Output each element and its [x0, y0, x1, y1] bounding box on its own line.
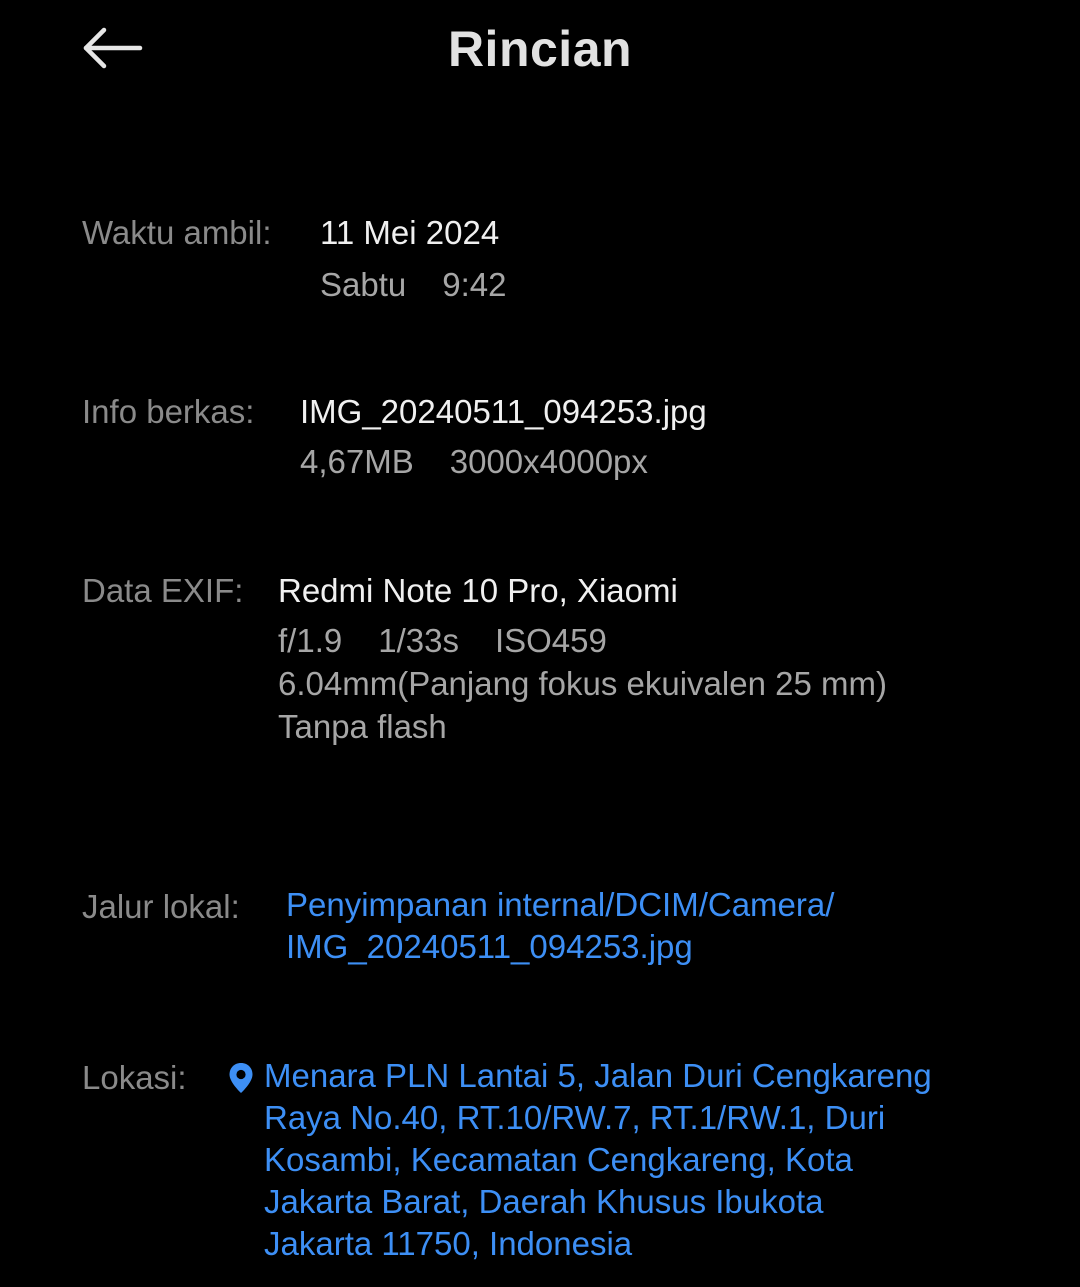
file-info-label: Info berkas:: [82, 393, 255, 430]
local-path-line-2: IMG_20240511_094253.jpg: [286, 928, 693, 965]
header-bar: Rincian: [0, 0, 1080, 110]
location-label: Lokasi:: [82, 1059, 187, 1096]
file-resolution: 3000x4000px: [449, 443, 648, 480]
location-line: Jakarta 11750, Indonesia: [264, 1225, 633, 1262]
file-name: IMG_20240511_094253.jpg: [300, 393, 707, 430]
exif-focal-length: 6.04mm(Panjang fokus ekuivalen 25 mm): [278, 665, 887, 702]
file-size-resolution: 4,67MB 3000x4000px: [300, 439, 648, 485]
local-path-link[interactable]: Penyimpanan internal/DCIM/Camera/ IMG_20…: [286, 884, 834, 968]
location-line: Raya No.40, RT.10/RW.7, RT.1/RW.1, Duri: [264, 1099, 886, 1136]
location-pin-icon: [228, 1055, 254, 1101]
exif-flash: Tanpa flash: [278, 708, 447, 745]
exif-aperture: f/1.9: [278, 622, 343, 659]
file-size: 4,67MB: [300, 443, 414, 480]
page-title: Rincian: [447, 21, 633, 77]
capture-date: 11 Mei 2024: [320, 214, 500, 251]
capture-time: 9:42: [442, 266, 507, 303]
location-line: Jakarta Barat, Daerah Khusus Ibukota: [264, 1183, 824, 1220]
local-path-line-1: Penyimpanan internal/DCIM/Camera/: [286, 886, 835, 923]
location-link[interactable]: Menara PLN Lantai 5, Jalan Duri Cengkare…: [228, 1055, 932, 1265]
exif-exposure: f/1.9 1/33s ISO459: [278, 618, 607, 664]
capture-time-label: Waktu ambil:: [82, 214, 272, 251]
location-line: Kosambi, Kecamatan Cengkareng, Kota: [264, 1141, 853, 1178]
capture-day: Sabtu: [320, 266, 407, 303]
exif-label: Data EXIF:: [82, 572, 244, 609]
exif-shutter: 1/33s: [378, 622, 459, 659]
location-address: Menara PLN Lantai 5, Jalan Duri Cengkare…: [264, 1055, 932, 1265]
exif-iso: ISO459: [494, 622, 607, 659]
exif-device: Redmi Note 10 Pro, Xiaomi: [278, 572, 678, 609]
local-path-label: Jalur lokal:: [82, 888, 240, 925]
location-line: Menara PLN Lantai 5, Jalan Duri Cengkare…: [264, 1057, 932, 1094]
capture-day-time: Sabtu 9:42: [320, 262, 506, 308]
